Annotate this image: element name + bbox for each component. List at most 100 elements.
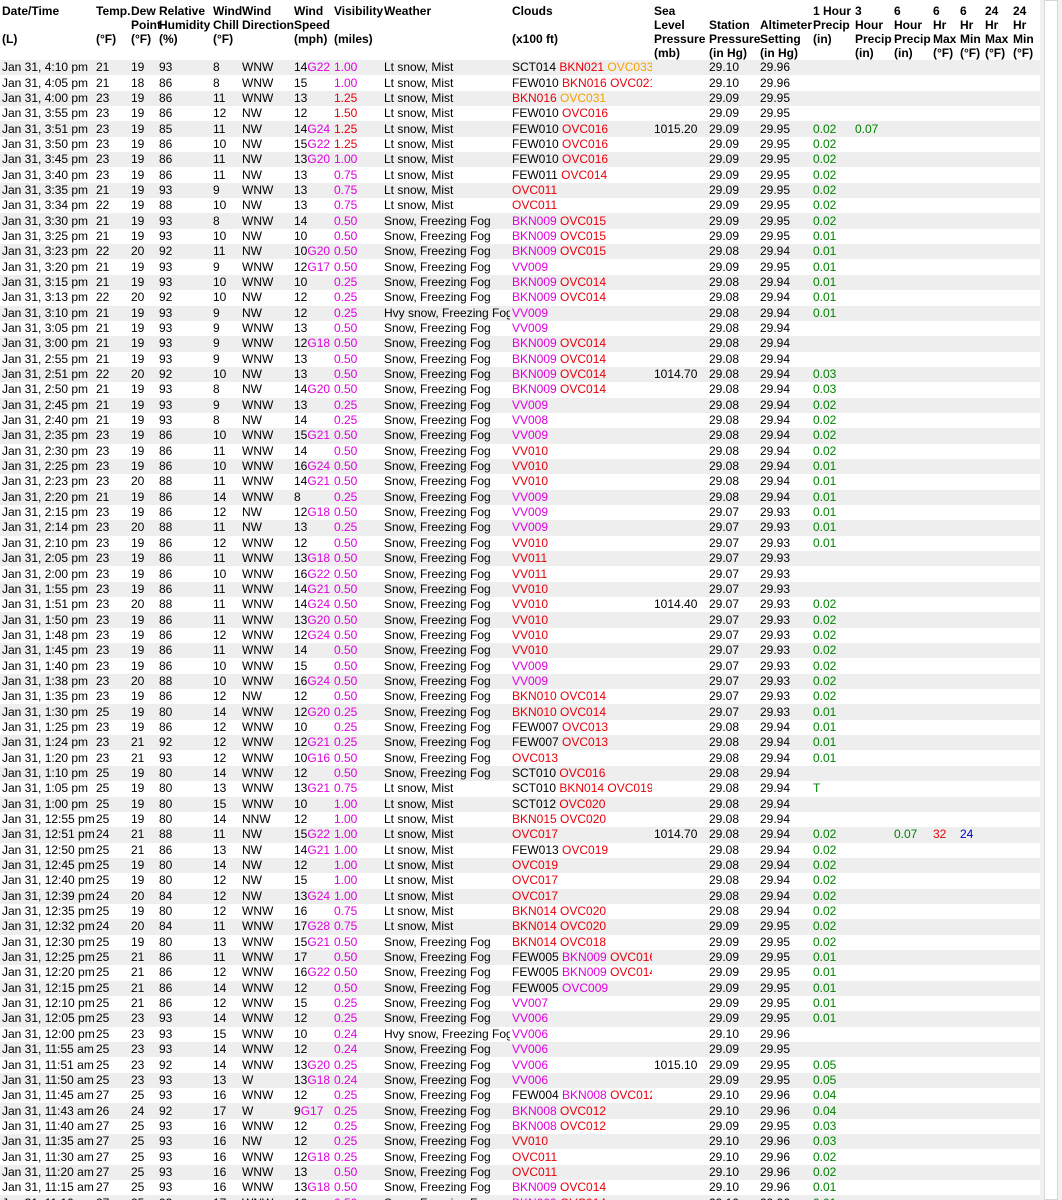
cell-precip-6h bbox=[892, 949, 931, 966]
cloud-layer: OVC014 bbox=[610, 965, 652, 980]
cell-precip-6h bbox=[892, 136, 931, 153]
cell-precip-6h bbox=[892, 551, 931, 567]
cell-min-6h bbox=[958, 873, 983, 889]
vertical-scrollbar[interactable] bbox=[1040, 0, 1062, 1200]
cloud-layer: BKN015 bbox=[512, 812, 557, 827]
cell-max-6h bbox=[931, 458, 958, 475]
header-min6: 6 Hr Min (°F) bbox=[958, 0, 983, 60]
cell-precip-3h bbox=[853, 765, 892, 782]
cell-windchill: 16 bbox=[211, 1088, 240, 1104]
cell-weather: Snow, Freezing Fog bbox=[382, 1134, 510, 1150]
cell-datetime: Jan 31, 1:48 pm bbox=[0, 627, 94, 644]
header-weather: Weather bbox=[382, 0, 510, 60]
cell-min-6h bbox=[958, 919, 983, 935]
cell-temp: 23 bbox=[94, 658, 129, 674]
cell-clouds: FEW011 OVC014 bbox=[510, 167, 652, 183]
cell-windchill: 14 bbox=[211, 704, 240, 720]
table-row: Jan 31, 12:50 pm 25 21 86 13 NW 14G21 1.00 Lt sn… bbox=[0, 842, 1040, 858]
header-date-line: Date/Time bbox=[2, 4, 60, 18]
header-speed-line: (mph) bbox=[294, 32, 328, 46]
wind-speed-value: 10 bbox=[294, 244, 308, 259]
cell-humidity: 93 bbox=[157, 412, 211, 429]
cell-altimeter: 29.96 bbox=[758, 60, 811, 76]
cell-visibility: 0.50 bbox=[332, 581, 382, 598]
cell-precip-3h bbox=[853, 90, 892, 107]
cell-min-24h bbox=[1011, 995, 1040, 1012]
cell-precip-6h bbox=[892, 182, 931, 199]
cell-precip-1h: 0.01 bbox=[811, 489, 853, 505]
cell-max-6h bbox=[931, 305, 958, 321]
cell-temp: 27 bbox=[94, 1195, 129, 1200]
wind-gust-value: G18 bbox=[307, 336, 331, 351]
cell-wind-speed: 10G20 bbox=[292, 244, 332, 260]
cell-visibility: 0.50 bbox=[332, 366, 382, 383]
header-chill-line: Wind bbox=[213, 4, 243, 18]
cell-min-6h bbox=[958, 244, 983, 260]
cell-min-6h bbox=[958, 1026, 983, 1042]
header-speed-line: Wind bbox=[294, 4, 324, 18]
cell-precip-6h bbox=[892, 244, 931, 260]
wind-gust-value: G18 bbox=[307, 1149, 331, 1164]
cell-precip-1h: 0.02 bbox=[811, 152, 853, 168]
cell-wind-speed: 14G21 bbox=[292, 581, 332, 598]
scrollbar-thumb[interactable] bbox=[1044, 0, 1058, 1200]
cell-dewpoint: 18 bbox=[129, 75, 157, 91]
cell-altimeter: 29.96 bbox=[758, 1026, 811, 1042]
cell-weather: Snow, Freezing Fog bbox=[382, 643, 510, 659]
cloud-layer: BKN009 bbox=[512, 336, 557, 351]
cell-min-6h bbox=[958, 228, 983, 245]
cell-precip-3h bbox=[853, 719, 892, 736]
cell-max-24h bbox=[983, 520, 1011, 536]
table-row: Jan 31, 12:40 pm 25 19 80 12 NW 15 1.00 Lt snow,… bbox=[0, 873, 1040, 889]
cell-windchill: 14 bbox=[211, 980, 240, 996]
cell-min-6h bbox=[958, 458, 983, 475]
cell-sea-level-pressure bbox=[652, 1072, 707, 1089]
cell-min-6h bbox=[958, 1134, 983, 1150]
cell-altimeter: 29.94 bbox=[758, 351, 811, 367]
cell-precip-3h bbox=[853, 627, 892, 644]
cell-temp: 21 bbox=[94, 259, 129, 275]
cell-visibility: 1.00 bbox=[332, 857, 382, 874]
cell-humidity: 88 bbox=[157, 520, 211, 536]
cell-min-6h bbox=[958, 351, 983, 367]
cloud-layer: VV009 bbox=[512, 428, 549, 443]
cell-wind-speed: 13 bbox=[292, 182, 332, 199]
cell-min-24h bbox=[1011, 213, 1040, 229]
cell-temp: 25 bbox=[94, 781, 129, 797]
wind-gust-value: G28 bbox=[307, 919, 331, 934]
cell-min-24h bbox=[1011, 504, 1040, 521]
cell-precip-1h bbox=[811, 581, 853, 598]
cell-sea-level-pressure bbox=[652, 75, 707, 91]
cell-visibility: 0.50 bbox=[332, 1195, 382, 1200]
cell-min-6h bbox=[958, 1195, 983, 1200]
cell-visibility: 0.50 bbox=[332, 551, 382, 567]
cell-dewpoint: 19 bbox=[129, 873, 157, 889]
cell-wind-speed: 13 bbox=[292, 1164, 332, 1181]
cell-min-6h bbox=[958, 612, 983, 628]
cell-dewpoint: 19 bbox=[129, 259, 157, 275]
cell-wind-speed: 10G16 bbox=[292, 750, 332, 766]
cell-dewpoint: 19 bbox=[129, 719, 157, 736]
cloud-layer: FEW005 bbox=[512, 965, 559, 980]
cell-datetime: Jan 31, 3:20 pm bbox=[0, 259, 94, 275]
cell-precip-3h bbox=[853, 827, 892, 843]
cell-altimeter: 29.93 bbox=[758, 689, 811, 705]
cell-datetime: Jan 31, 12:50 pm bbox=[0, 842, 94, 858]
cell-dewpoint: 19 bbox=[129, 60, 157, 76]
cell-clouds: BKN014 OVC020 bbox=[510, 919, 652, 935]
cell-station-pressure: 29.08 bbox=[707, 428, 758, 444]
cell-max-6h bbox=[931, 1149, 958, 1165]
cell-humidity: 86 bbox=[157, 719, 211, 736]
cell-max-24h bbox=[983, 842, 1011, 858]
cell-dewpoint: 23 bbox=[129, 1057, 157, 1073]
cell-precip-6h bbox=[892, 474, 931, 490]
cell-altimeter: 29.94 bbox=[758, 320, 811, 337]
cloud-layer: OVC015 bbox=[560, 213, 607, 228]
cell-wind-speed: 14G24 bbox=[292, 121, 332, 137]
cell-clouds: OVC011 bbox=[510, 1149, 652, 1165]
header-max6: 6 Hr Max (°F) bbox=[931, 0, 958, 60]
table-header: Date/Time (L) Temp. (°F) Dew Point (°F) Relativ… bbox=[0, 0, 1040, 60]
cell-visibility: 0.50 bbox=[332, 504, 382, 521]
cell-max-6h bbox=[931, 167, 958, 183]
cell-precip-6h bbox=[892, 566, 931, 582]
